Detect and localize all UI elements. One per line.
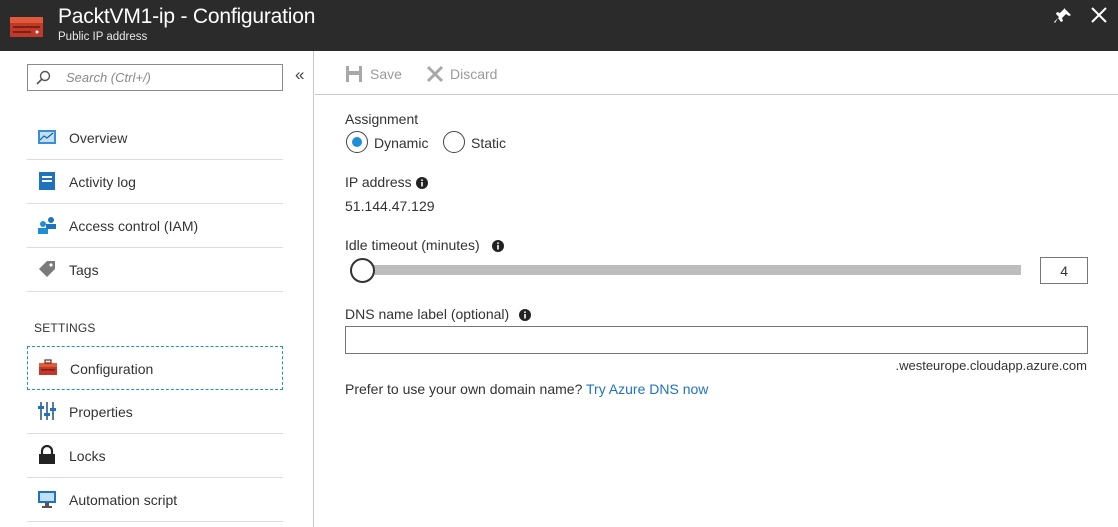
sidebar-item-label: Locks bbox=[69, 448, 106, 464]
info-icon[interactable] bbox=[416, 177, 428, 189]
sidebar-item-label: Access control (IAM) bbox=[69, 218, 199, 234]
sidebar-item-label: Activity log bbox=[69, 174, 136, 190]
sidebar-item-label: Configuration bbox=[70, 361, 154, 377]
collapse-menu-button[interactable]: « bbox=[295, 65, 304, 85]
public-ip-address-icon bbox=[10, 17, 43, 37]
sidebar-item-label: Overview bbox=[69, 130, 128, 146]
section-settings: SETTINGS bbox=[34, 321, 96, 335]
idle-timeout-slider-thumb[interactable] bbox=[350, 258, 375, 283]
sidebar-item-automation-script[interactable]: Automation script bbox=[27, 478, 283, 522]
activity-log-icon bbox=[39, 172, 55, 190]
radio-dynamic-label[interactable]: Dynamic bbox=[374, 135, 428, 151]
radio-selected-dot bbox=[352, 137, 362, 147]
overview-icon bbox=[38, 130, 56, 144]
page-subtitle: Public IP address bbox=[58, 31, 148, 43]
dns-label: DNS name label (optional) bbox=[345, 306, 510, 322]
dns-suffix: .westeurope.cloudapp.azure.com bbox=[895, 358, 1087, 373]
close-icon[interactable] bbox=[1090, 6, 1108, 24]
pin-icon[interactable] bbox=[1054, 7, 1072, 25]
lock-icon bbox=[39, 445, 55, 464]
configuration-icon bbox=[39, 359, 57, 375]
prefer-dns-text: Prefer to use your own domain name? Try … bbox=[345, 381, 708, 397]
idle-timeout-slider-track[interactable] bbox=[360, 265, 1021, 275]
sidebar-item-overview[interactable]: Overview bbox=[27, 116, 283, 160]
sidebar-item-properties[interactable]: Properties bbox=[27, 390, 283, 434]
resource-menu: Search (Ctrl+/) « Overview Activity log … bbox=[0, 51, 314, 527]
sidebar-item-configuration[interactable]: Configuration bbox=[27, 346, 283, 390]
blade-header: PacktVM1-ip - Configuration Public IP ad… bbox=[0, 0, 1118, 51]
radio-static[interactable] bbox=[443, 131, 465, 153]
save-label: Save bbox=[370, 66, 402, 82]
command-bar: Save Discard bbox=[315, 51, 1118, 95]
try-azure-dns-link[interactable]: Try Azure DNS now bbox=[586, 381, 708, 397]
radio-dynamic[interactable] bbox=[346, 131, 368, 153]
save-button[interactable]: Save bbox=[345, 64, 405, 84]
search-icon bbox=[36, 70, 51, 85]
save-icon bbox=[346, 66, 362, 82]
idle-timeout-value: 4 bbox=[1060, 263, 1068, 279]
sidebar-item-locks[interactable]: Locks bbox=[27, 434, 283, 478]
idle-timeout-label: Idle timeout (minutes) bbox=[345, 237, 480, 253]
discard-button[interactable]: Discard bbox=[426, 64, 501, 84]
page-title: PacktVM1-ip - Configuration bbox=[58, 5, 316, 28]
sidebar-item-access-control[interactable]: Access control (IAM) bbox=[27, 204, 283, 248]
sidebar-item-label: Tags bbox=[69, 262, 99, 278]
search-input[interactable]: Search (Ctrl+/) bbox=[27, 64, 283, 91]
search-placeholder: Search (Ctrl+/) bbox=[66, 70, 151, 85]
sidebar-item-label: Properties bbox=[69, 404, 133, 420]
prefer-dns-message: Prefer to use your own domain name? bbox=[345, 381, 583, 397]
discard-label: Discard bbox=[450, 66, 498, 82]
idle-timeout-input[interactable]: 4 bbox=[1040, 257, 1088, 284]
ip-address-value: 51.144.47.129 bbox=[345, 198, 435, 214]
ip-address-label: IP address bbox=[345, 174, 412, 190]
assignment-label: Assignment bbox=[345, 111, 419, 127]
dns-name-input[interactable] bbox=[345, 326, 1088, 354]
sidebar-item-activity-log[interactable]: Activity log bbox=[27, 160, 283, 204]
properties-icon bbox=[38, 402, 56, 420]
tag-icon bbox=[39, 261, 55, 277]
sidebar-item-tags[interactable]: Tags bbox=[27, 248, 283, 292]
access-control-icon bbox=[38, 217, 56, 234]
radio-static-label[interactable]: Static bbox=[471, 135, 506, 151]
discard-icon bbox=[426, 65, 444, 83]
info-icon[interactable] bbox=[492, 240, 504, 252]
automation-script-icon bbox=[38, 491, 56, 508]
sidebar-item-label: Automation script bbox=[69, 492, 178, 508]
info-icon[interactable] bbox=[519, 309, 531, 321]
